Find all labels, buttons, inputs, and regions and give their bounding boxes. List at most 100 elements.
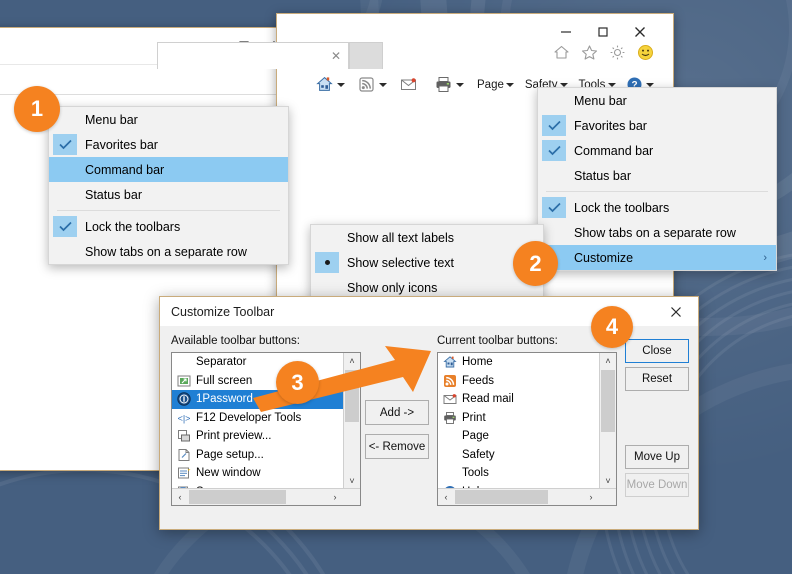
command-page-button[interactable]: Page: [475, 70, 506, 99]
command-print-button[interactable]: [432, 70, 455, 99]
scrollbar-thumb[interactable]: [601, 370, 615, 432]
submenu-item-label: Show all text labels: [347, 231, 454, 245]
menu-item-label: Favorites bar: [85, 138, 158, 152]
scroll-down-arrow[interactable]: ˅: [344, 473, 360, 489]
list-item-label: Print preview...: [196, 430, 271, 442]
check-icon: [542, 140, 566, 161]
list-item-label: Home: [462, 356, 493, 368]
scroll-right-arrow[interactable]: ›: [327, 489, 343, 505]
list-item[interactable]: Feeds: [438, 372, 599, 391]
step-badge-3: 3: [276, 361, 319, 404]
scrollbar-thumb[interactable]: [189, 490, 286, 504]
horizontal-scrollbar[interactable]: ‹ ›: [172, 488, 360, 505]
onepassword-icon: [176, 392, 191, 407]
menu-item-customize[interactable]: Customize ›: [538, 245, 776, 270]
menu-item-label: Lock the toolbars: [574, 201, 669, 215]
list-item[interactable]: Page: [438, 427, 599, 446]
minimize-button[interactable]: [549, 20, 583, 44]
menu-item-label: Status bar: [85, 188, 142, 202]
read-mail-icon: [442, 392, 457, 407]
menu-item-status-bar[interactable]: Status bar: [49, 182, 288, 207]
scroll-down-arrow[interactable]: ˅: [600, 473, 616, 489]
step-badge-2: 2: [513, 241, 558, 286]
command-home-button[interactable]: [313, 70, 336, 99]
available-toolbar-buttons-label: Available toolbar buttons:: [171, 335, 300, 347]
remove-button[interactable]: <- Remove: [365, 434, 429, 459]
scroll-right-arrow[interactable]: ›: [583, 489, 599, 505]
check-icon: [542, 115, 566, 136]
list-item-label: Page: [462, 430, 489, 442]
horizontal-scrollbar[interactable]: ‹ ›: [438, 488, 616, 505]
list-item[interactable]: <|> F12 Developer Tools: [172, 409, 343, 428]
menu-item-menu-bar[interactable]: Menu bar: [49, 107, 288, 132]
scrollbar-thumb[interactable]: [345, 370, 359, 422]
menu-item-lock-the-toolbars[interactable]: Lock the toolbars: [49, 214, 288, 239]
menu-item-favorites-bar[interactable]: Favorites bar: [49, 132, 288, 157]
toolbars-context-menu-right[interactable]: Menu bar Favorites bar Command bar Statu…: [537, 87, 777, 271]
list-item-label: New window: [196, 467, 261, 479]
chevron-down-icon[interactable]: [378, 70, 387, 99]
available-toolbar-buttons-list[interactable]: Separator Full screen 1Password <|> F12 …: [171, 352, 361, 506]
menu-item-label: Lock the toolbars: [85, 220, 180, 234]
dialog-close-icon[interactable]: [654, 297, 698, 326]
maximize-button[interactable]: [586, 20, 620, 44]
menu-separator: [57, 210, 280, 211]
scrollbar-thumb[interactable]: [455, 490, 548, 504]
chevron-down-icon[interactable]: [455, 70, 464, 99]
check-icon: [542, 197, 566, 218]
browser-tab[interactable]: ✕: [157, 42, 349, 69]
add-button[interactable]: Add ->: [365, 400, 429, 425]
list-item-selected[interactable]: 1Password: [172, 390, 343, 409]
chevron-down-icon[interactable]: [336, 70, 345, 99]
list-item[interactable]: Read mail: [438, 390, 599, 409]
submenu-item-show-all-text-labels[interactable]: Show all text labels: [311, 225, 543, 250]
current-toolbar-buttons-label: Current toolbar buttons:: [437, 335, 558, 347]
list-item[interactable]: Tools: [438, 464, 599, 483]
list-item[interactable]: Print: [438, 409, 599, 428]
vertical-scrollbar[interactable]: ˄ ˅: [599, 353, 616, 489]
list-item[interactable]: Print preview...: [172, 427, 343, 446]
toolbars-context-menu-left[interactable]: Menu bar Favorites bar Command bar Statu…: [48, 106, 289, 265]
close-button[interactable]: Close: [625, 339, 689, 363]
menu-item-status-bar[interactable]: Status bar: [538, 163, 776, 188]
list-item-label: Full screen: [196, 375, 252, 387]
tab-close-icon[interactable]: ✕: [331, 50, 341, 62]
menu-item-lock-the-toolbars[interactable]: Lock the toolbars: [538, 195, 776, 220]
developer-tools-icon: <|>: [176, 410, 191, 425]
menu-item-command-bar[interactable]: Command bar: [538, 138, 776, 163]
menu-item-menu-bar[interactable]: Menu bar: [538, 88, 776, 113]
menu-item-label: Customize: [574, 251, 633, 265]
command-read-mail-button[interactable]: [397, 70, 420, 99]
list-item-label: F12 Developer Tools: [196, 412, 301, 424]
command-feeds-button[interactable]: [355, 70, 378, 99]
list-item[interactable]: Safety: [438, 446, 599, 465]
chevron-down-icon[interactable]: [506, 70, 515, 99]
menu-item-favorites-bar[interactable]: Favorites bar: [538, 113, 776, 138]
menu-item-label: Menu bar: [574, 94, 627, 108]
scroll-left-arrow[interactable]: ‹: [438, 489, 454, 505]
list-item-label: Safety: [462, 449, 495, 461]
submenu-item-label: Show only icons: [347, 281, 437, 295]
menu-item-show-tabs-separate-row[interactable]: Show tabs on a separate row: [538, 220, 776, 245]
list-item[interactable]: New window: [172, 464, 343, 483]
list-item[interactable]: Page setup...: [172, 446, 343, 465]
list-item[interactable]: Separator: [172, 353, 343, 372]
menu-item-label: Command bar: [574, 144, 653, 158]
reset-button[interactable]: Reset: [625, 367, 689, 391]
menu-item-show-tabs-separate-row[interactable]: Show tabs on a separate row: [49, 239, 288, 264]
list-item-label: Page setup...: [196, 449, 264, 461]
submenu-item-show-selective-text[interactable]: Show selective text: [311, 250, 543, 275]
current-toolbar-buttons-list[interactable]: Home Feeds Read mail Print: [437, 352, 617, 506]
scroll-left-arrow[interactable]: ‹: [172, 489, 188, 505]
menu-item-command-bar[interactable]: Command bar: [49, 157, 288, 182]
new-tab-button[interactable]: [349, 42, 383, 69]
step-badge-label: 1: [31, 96, 43, 122]
scroll-up-arrow[interactable]: ˄: [600, 353, 616, 369]
scroll-up-arrow[interactable]: ˄: [344, 353, 360, 369]
close-button[interactable]: [623, 20, 657, 44]
print-preview-icon: [176, 429, 191, 444]
full-screen-icon: [176, 373, 191, 388]
move-up-button[interactable]: Move Up: [625, 445, 689, 469]
vertical-scrollbar[interactable]: ˄ ˅: [343, 353, 360, 489]
list-item[interactable]: Home: [438, 353, 599, 372]
